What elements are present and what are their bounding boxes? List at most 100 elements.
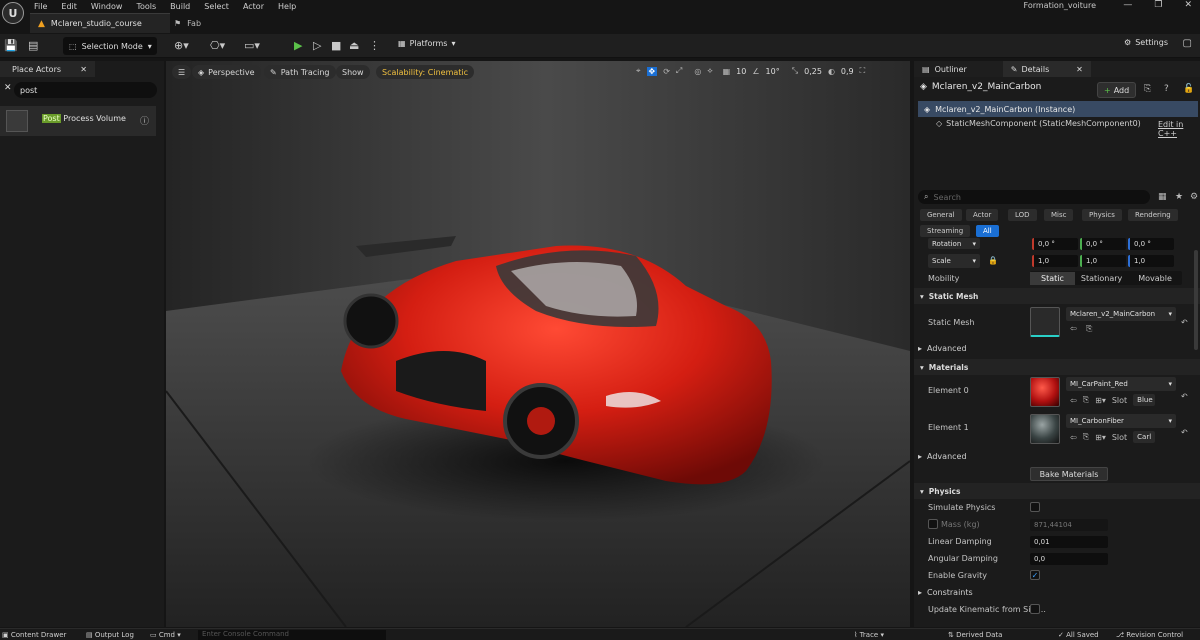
filter-rendering[interactable]: Rendering xyxy=(1128,209,1178,221)
section-physics[interactable]: ▾ Physics xyxy=(914,483,1200,499)
scale-snap-icon[interactable]: ⤡ xyxy=(792,66,798,76)
favorites-star-icon[interactable]: ★ xyxy=(1175,192,1183,202)
rotation-z-field[interactable]: 0,0 ° xyxy=(1128,238,1174,250)
add-component-button[interactable]: + Add xyxy=(1097,82,1137,98)
material-carbon-thumbnail[interactable] xyxy=(1030,414,1060,444)
select-tool-icon[interactable]: ⌖ xyxy=(636,66,641,76)
list-item-post-process-volume[interactable]: Post Process Volume ⓘ xyxy=(0,106,156,136)
browse-to-asset-icon[interactable]: ⎘ xyxy=(1086,324,1092,334)
filter-all[interactable]: All xyxy=(976,225,999,237)
tab-project[interactable]: ▲ Mclaren_studio_course xyxy=(30,13,170,33)
filter-misc[interactable]: Misc xyxy=(1044,209,1074,221)
more-options-icon[interactable]: ⋮ xyxy=(369,39,380,52)
cinematics-icon[interactable]: ▭▾ xyxy=(244,39,260,52)
section-materials[interactable]: ▾ Materials xyxy=(914,359,1200,375)
surface-snap-icon[interactable]: ⟡ xyxy=(707,66,712,76)
scale-snap-value[interactable]: 0,25 xyxy=(804,67,822,76)
reset-to-default-icon[interactable]: ↶ xyxy=(1181,392,1188,401)
mobility-static[interactable]: Static xyxy=(1030,271,1075,285)
menu-actor[interactable]: Actor xyxy=(243,2,264,11)
console-input[interactable]: Enter Console Command xyxy=(198,630,386,640)
menu-build[interactable]: Build xyxy=(170,2,190,11)
material-options-icon[interactable]: ⊞▾ xyxy=(1095,396,1106,405)
scale-tool-icon[interactable]: ⤢ xyxy=(676,66,682,76)
enable-gravity-checkbox[interactable]: ✓ xyxy=(1030,570,1040,580)
blueprint-icon[interactable]: ⎔▾ xyxy=(210,39,225,52)
static-mesh-thumbnail[interactable] xyxy=(1030,307,1060,337)
view-mode-button[interactable]: ✎ Path Tracing xyxy=(264,65,336,79)
section-static-mesh[interactable]: ▾ Static Mesh xyxy=(914,288,1200,304)
level-viewport[interactable]: ☰ ◈ Perspective ✎ Path Tracing Show Scal… xyxy=(166,61,910,627)
rotation-y-field[interactable]: 0,0 ° xyxy=(1080,238,1126,250)
tab-outliner[interactable]: ▤ Outliner xyxy=(914,61,975,77)
settings-button[interactable]: ⚙ Settings xyxy=(1124,38,1168,47)
view-options-icon[interactable]: ▦ xyxy=(1158,192,1167,202)
help-icon[interactable]: ⓘ xyxy=(140,114,149,127)
minimize-icon[interactable]: — xyxy=(1123,0,1132,10)
eject-icon[interactable]: ⏏ xyxy=(349,39,359,52)
material-red-thumbnail[interactable] xyxy=(1030,377,1060,407)
advanced-expander[interactable]: ▸ Advanced xyxy=(918,344,967,353)
scale-z-field[interactable]: 1,0 xyxy=(1128,255,1174,267)
constraints-expander[interactable]: ▸ Constraints xyxy=(918,588,973,597)
element0-material-picker[interactable]: MI_CarPaint_Red ▾ xyxy=(1066,377,1176,391)
maximize-panel-icon[interactable]: ▢ xyxy=(1183,38,1192,49)
filter-lod[interactable]: LOD xyxy=(1008,209,1037,221)
update-kinematic-checkbox[interactable] xyxy=(1030,604,1040,614)
rotation-dropdown[interactable]: Rotation ▾ xyxy=(928,238,980,249)
add-actor-icon[interactable]: ⊕▾ xyxy=(174,39,189,52)
close-icon[interactable]: ✕ xyxy=(1184,0,1192,10)
restore-icon[interactable]: ❐ xyxy=(1154,0,1162,10)
stop-icon[interactable]: ■ xyxy=(331,39,341,52)
reset-to-default-icon[interactable]: ↶ xyxy=(1181,428,1188,437)
filter-general[interactable]: General xyxy=(920,209,962,221)
scale-dropdown[interactable]: Scale ▾ xyxy=(928,254,980,268)
help-icon[interactable]: ? xyxy=(1164,84,1169,94)
details-search-box[interactable]: ⌕ Search xyxy=(918,190,1150,204)
filter-physics[interactable]: Physics xyxy=(1082,209,1122,221)
place-actors-search-input[interactable]: post xyxy=(14,82,157,98)
browse-to-asset-icon[interactable]: ⎘ xyxy=(1083,432,1089,442)
tab-place-actors[interactable]: Place Actors ✕ xyxy=(0,61,95,77)
static-mesh-picker[interactable]: Mclaren_v2_MainCarbon ▾ xyxy=(1066,307,1176,321)
component-row[interactable]: ◇ StaticMeshComponent (StaticMeshCompone… xyxy=(936,119,1141,128)
scale-x-field[interactable]: 1,0 xyxy=(1032,255,1078,267)
menu-file[interactable]: File xyxy=(34,2,47,11)
grid-snap-icon[interactable]: ▦ xyxy=(723,67,731,76)
blueprint-convert-icon[interactable]: ⎘ xyxy=(1144,84,1151,94)
menu-tools[interactable]: Tools xyxy=(136,2,156,11)
element1-slot-name[interactable]: Carl xyxy=(1133,431,1156,443)
step-icon[interactable]: ▷ xyxy=(313,39,321,52)
browse-arrow-icon[interactable]: ⇦ xyxy=(1070,433,1077,442)
grid-snap-value[interactable]: 10 xyxy=(736,67,746,76)
angular-damping-field[interactable]: 0,0 xyxy=(1030,553,1108,565)
element0-slot-name[interactable]: Blue xyxy=(1133,394,1156,406)
angle-snap-icon[interactable]: ∠ xyxy=(752,67,759,76)
lock-icon[interactable]: 🔓 xyxy=(1183,84,1194,94)
scalability-button[interactable]: Scalability: Cinematic xyxy=(376,65,475,79)
show-button[interactable]: Show xyxy=(336,65,370,79)
unreal-logo-icon[interactable]: U xyxy=(2,2,24,24)
save-icon[interactable]: 💾 xyxy=(4,39,18,52)
tab-fab[interactable]: ⚑ Fab xyxy=(170,13,201,33)
selection-mode-dropdown[interactable]: ⬚ Selection Mode ▾ xyxy=(63,37,157,55)
tab-details[interactable]: ✎ Details ✕ xyxy=(1002,61,1091,77)
perspective-button[interactable]: ◈ Perspective xyxy=(192,65,261,79)
content-browser-icon[interactable]: ▤ xyxy=(28,39,38,52)
linear-damping-field[interactable]: 0,01 xyxy=(1030,536,1108,548)
gear-icon[interactable]: ⚙ xyxy=(1190,192,1198,202)
menu-edit[interactable]: Edit xyxy=(61,2,77,11)
derived-data-button[interactable]: ⇅ Derived Data xyxy=(948,631,1002,639)
edit-in-cpp-link[interactable]: Edit in C++ xyxy=(1158,120,1200,138)
close-tab-icon[interactable]: ✕ xyxy=(80,65,87,74)
play-icon[interactable]: ▶ xyxy=(294,39,302,52)
translate-tool-icon[interactable]: ✥ xyxy=(646,66,658,76)
close-tab-icon[interactable]: ✕ xyxy=(1076,65,1083,74)
camera-speed-icon[interactable]: ◐ xyxy=(828,67,835,76)
maximize-viewport-icon[interactable]: ⛶ xyxy=(860,66,866,76)
trace-button[interactable]: ⌇ Trace ▾ xyxy=(854,631,884,639)
clear-search-icon[interactable]: ✕ xyxy=(4,83,12,93)
mass-override-checkbox[interactable] xyxy=(928,519,938,529)
output-log-button[interactable]: ▤ Output Log xyxy=(86,631,134,639)
rotate-tool-icon[interactable]: ⟳ xyxy=(663,67,670,76)
